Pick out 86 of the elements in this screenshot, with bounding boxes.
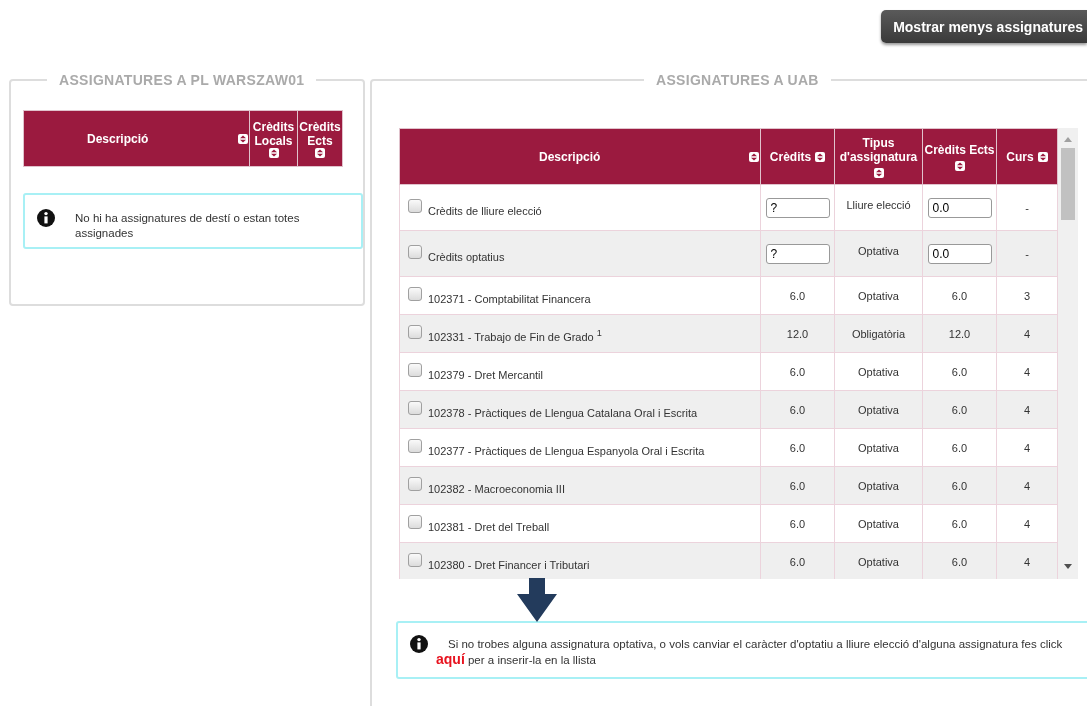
subject-name: 102377 - Pràctiques de Llengua Espanyola Oral i Escrita bbox=[428, 444, 705, 457]
course: 4 bbox=[1023, 327, 1031, 340]
column-header[interactable]: Descripció bbox=[23, 110, 250, 167]
checkbox[interactable] bbox=[408, 400, 422, 415]
subject-name: Crèdits de lliure elecció bbox=[428, 204, 542, 217]
panel-title: ASSIGNATURES A UAB bbox=[655, 72, 820, 88]
course: 4 bbox=[1023, 441, 1031, 454]
credits-field: 6.0 bbox=[789, 441, 806, 454]
subject-type: Optativa bbox=[858, 441, 899, 454]
info-icon bbox=[37, 209, 55, 227]
ects-field[interactable]: 0.0 bbox=[927, 197, 992, 218]
subject-type: Optativa bbox=[858, 479, 899, 492]
subject-name: 102379 - Dret Mercantil bbox=[428, 368, 543, 381]
checkbox[interactable] bbox=[408, 552, 422, 567]
course: - bbox=[1025, 201, 1029, 214]
sort-icon[interactable] bbox=[315, 147, 325, 158]
sort-icon[interactable] bbox=[268, 147, 279, 158]
checkbox[interactable] bbox=[408, 324, 422, 339]
column-header[interactable]: Crèdits Locals bbox=[249, 110, 298, 167]
credits-field[interactable]: ? bbox=[765, 197, 830, 218]
column-header[interactable]: Crèdits Ects bbox=[297, 110, 343, 167]
column-header[interactable]: Descripció bbox=[399, 128, 761, 185]
ects-field: 6.0 bbox=[951, 289, 968, 302]
course: 4 bbox=[1023, 555, 1031, 568]
column-header[interactable]: Crèdits bbox=[760, 128, 835, 185]
sort-icon[interactable] bbox=[815, 151, 826, 162]
here-link[interactable]: aquí bbox=[436, 651, 465, 667]
ects-field: 6.0 bbox=[951, 479, 968, 492]
credits-field: 6.0 bbox=[789, 479, 806, 492]
ects-field[interactable]: 0.0 bbox=[927, 243, 992, 264]
show-less-button[interactable]: Mostrar menys assignatures bbox=[881, 10, 1087, 43]
ects-field: 6.0 bbox=[951, 403, 968, 416]
ects-field: 6.0 bbox=[951, 517, 968, 530]
ects-field: 6.0 bbox=[951, 555, 968, 568]
subject-type: Optativa bbox=[858, 517, 899, 530]
sort-icon[interactable] bbox=[749, 151, 759, 162]
checkbox[interactable] bbox=[408, 244, 422, 259]
course: - bbox=[1025, 247, 1029, 260]
sort-icon[interactable] bbox=[873, 167, 884, 178]
checkbox[interactable] bbox=[408, 198, 422, 213]
credits-field: 6.0 bbox=[789, 289, 806, 302]
scrollbar[interactable] bbox=[1058, 128, 1078, 579]
subject-name: 102381 - Dret del Treball bbox=[428, 520, 550, 533]
ects-field: 6.0 bbox=[951, 365, 968, 378]
info-icon bbox=[410, 635, 428, 653]
subject-name: Crèdits optatius bbox=[428, 250, 505, 263]
subject-type: Obligatòria bbox=[851, 327, 906, 340]
credits-field: 6.0 bbox=[789, 365, 806, 378]
credits-field: 6.0 bbox=[789, 517, 806, 530]
course: 4 bbox=[1023, 479, 1031, 492]
subject-type: Optativa bbox=[858, 289, 899, 302]
sort-icon[interactable] bbox=[238, 133, 248, 144]
ects-field: 12.0 bbox=[948, 327, 971, 340]
credits-field[interactable]: ? bbox=[765, 243, 830, 264]
subject-name: 102378 - Pràctiques de Llengua Catalana Oral i Escrita bbox=[428, 406, 698, 419]
checkbox[interactable] bbox=[408, 514, 422, 529]
subject-type: Optativa bbox=[858, 555, 899, 568]
subject-type: Optativa bbox=[858, 403, 899, 416]
course: 4 bbox=[1023, 517, 1031, 530]
checkbox[interactable] bbox=[408, 362, 422, 377]
course: 3 bbox=[1023, 289, 1031, 302]
checkbox[interactable] bbox=[408, 286, 422, 301]
checkbox[interactable] bbox=[408, 438, 422, 453]
course: 4 bbox=[1023, 403, 1031, 416]
credits-field: 6.0 bbox=[789, 403, 806, 416]
notice-text: Si no trobes alguna assignatura optativa, o vols canviar el caràcter d'optatiu a lliure elecció d'alguna assignatura fes click aquí per a inserir-la en la llista bbox=[436, 637, 1064, 668]
course: 4 bbox=[1023, 365, 1031, 378]
ects-field: 6.0 bbox=[951, 441, 968, 454]
down-arrow-icon bbox=[517, 578, 557, 622]
subject-name: 102331 - Trabajo de Fin de Grado $^{1}$ bbox=[428, 327, 602, 343]
panel-title: ASSIGNATURES A PL WARSZAW01 bbox=[58, 72, 306, 88]
subject-name: 102371 - Comptabilitat Financera bbox=[428, 292, 591, 305]
sort-icon[interactable] bbox=[954, 160, 965, 171]
subject-type: Optativa bbox=[858, 365, 899, 378]
sort-icon[interactable] bbox=[1037, 151, 1048, 162]
subject-name: 102380 - Dret Financer i Tributari bbox=[428, 558, 590, 571]
checkbox[interactable] bbox=[408, 476, 422, 491]
subject-type: Lliure elecció bbox=[846, 199, 911, 211]
subject-type: Optativa bbox=[858, 245, 899, 257]
subject-name: 102382 - Macroeconomia III bbox=[428, 482, 565, 495]
credits-field: 12.0 bbox=[786, 327, 809, 340]
credits-field: 6.0 bbox=[789, 555, 806, 568]
notice-text: No hi ha assignatures de destí o estan totes assignades bbox=[74, 211, 301, 241]
column-header[interactable]: Tipus d'assignatura bbox=[834, 128, 923, 185]
column-header[interactable]: Curs bbox=[996, 128, 1058, 185]
column-header[interactable]: Crèdits Ects bbox=[922, 128, 997, 185]
